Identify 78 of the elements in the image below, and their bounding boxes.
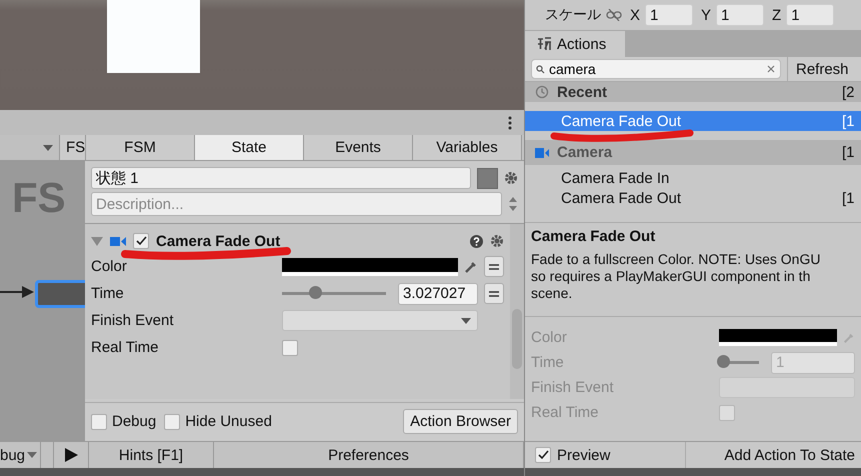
parameter-label: Real Time xyxy=(531,404,600,421)
action-list-item[interactable]: Camera Fade In xyxy=(525,168,861,188)
description-text: so requires a PlayMakerGUI component in th xyxy=(531,268,812,285)
variable-toggle-button[interactable] xyxy=(484,256,504,277)
action-title: Camera Fade Out xyxy=(156,232,280,250)
enabled-checkbox[interactable] xyxy=(133,233,149,249)
scrollbar[interactable] xyxy=(510,224,524,399)
scale-label: スケール xyxy=(545,6,601,24)
checkbox-label: Preview xyxy=(557,446,610,464)
slider-thumb[interactable] xyxy=(309,286,322,299)
description-field[interactable]: Description... xyxy=(91,192,502,216)
checkbox[interactable] xyxy=(164,414,180,430)
action-list-item[interactable]: Recent [2 xyxy=(525,82,861,102)
usage-count: [1 xyxy=(842,144,855,161)
description-text: scene. xyxy=(531,284,574,302)
actions-tab[interactable]: Actions xyxy=(525,31,625,57)
time-field[interactable]: 3.027027 xyxy=(398,282,478,304)
camera-icon xyxy=(110,236,126,246)
usage-count: [1 xyxy=(842,112,855,130)
axis-label: Z xyxy=(772,6,782,24)
help-icon[interactable] xyxy=(470,234,483,248)
checkbox-label: Debug xyxy=(112,413,156,430)
tab[interactable]: Events xyxy=(304,135,413,160)
parameter-label: Finish Event xyxy=(91,312,175,329)
usage-count: [2 xyxy=(842,84,855,100)
tab[interactable]: FS xyxy=(60,135,86,160)
checkbox[interactable] xyxy=(282,340,298,356)
axis-label: Y xyxy=(701,6,712,24)
tab[interactable]: Variables xyxy=(413,135,522,160)
parameter-label: Time xyxy=(91,285,125,302)
action-title: Camera Fade Out xyxy=(531,228,656,245)
color-swatch[interactable] xyxy=(477,168,498,188)
play-icon xyxy=(64,448,78,462)
equals-icon xyxy=(489,262,499,270)
description-text: Fade to a fullscreen Color. NOTE: Uses OnGU xyxy=(531,251,822,268)
action-name: Camera Fade Out xyxy=(560,190,682,206)
tab[interactable]: State xyxy=(195,135,304,160)
equals-icon xyxy=(489,290,499,298)
axis-label: X xyxy=(630,6,640,24)
action-name: Camera xyxy=(557,144,612,161)
state-name-field[interactable]: 状態 1 xyxy=(91,167,471,189)
clock-icon xyxy=(535,85,549,99)
tab[interactable]: FSM xyxy=(86,135,195,160)
action-list-item[interactable]: Camera [1 xyxy=(525,140,861,165)
action-name: Camera Fade Out xyxy=(560,112,682,130)
scale-field[interactable]: 1 xyxy=(716,4,764,26)
checkbox-label: Hide Unused xyxy=(185,413,272,430)
parameter-label: Real Time xyxy=(91,339,160,356)
link-icon[interactable] xyxy=(606,9,622,21)
search-field[interactable]: camera xyxy=(531,59,781,79)
search-icon xyxy=(536,65,546,74)
action-list-item[interactable]: Camera Fade Out [1 xyxy=(525,188,861,208)
camera-icon xyxy=(535,148,549,158)
settings-icon[interactable] xyxy=(504,171,518,185)
color-field[interactable] xyxy=(282,258,458,276)
parameter-label: Finish Event xyxy=(531,379,615,396)
variable-toggle-button[interactable] xyxy=(484,283,504,304)
more-icon[interactable] xyxy=(508,116,512,130)
state-node[interactable] xyxy=(35,280,85,308)
usage-count: [1 xyxy=(842,190,855,206)
action-list-item[interactable]: Camera Fade Out [1 xyxy=(525,111,861,131)
action-name: Camera Fade In xyxy=(560,170,670,186)
clear-icon[interactable] xyxy=(767,65,775,73)
scale-field[interactable]: 1 xyxy=(645,4,694,26)
action-name: Recent xyxy=(557,84,608,100)
actions-icon xyxy=(537,37,552,51)
scale-field[interactable]: 1 xyxy=(786,4,834,26)
scroll-arrows-icon[interactable] xyxy=(508,196,518,212)
checkbox[interactable] xyxy=(91,414,107,430)
action-browser-button[interactable]: Action Browser xyxy=(403,409,518,434)
transition-arrow xyxy=(0,286,34,298)
settings-icon[interactable] xyxy=(490,234,504,248)
eyedropper-icon[interactable] xyxy=(464,260,478,274)
preview-checkbox[interactable] xyxy=(535,447,551,463)
eyedropper-icon xyxy=(843,332,855,344)
parameter-label: Color xyxy=(531,329,568,346)
parameter-label: Time xyxy=(531,354,565,371)
parameter-label: Color xyxy=(91,258,128,275)
